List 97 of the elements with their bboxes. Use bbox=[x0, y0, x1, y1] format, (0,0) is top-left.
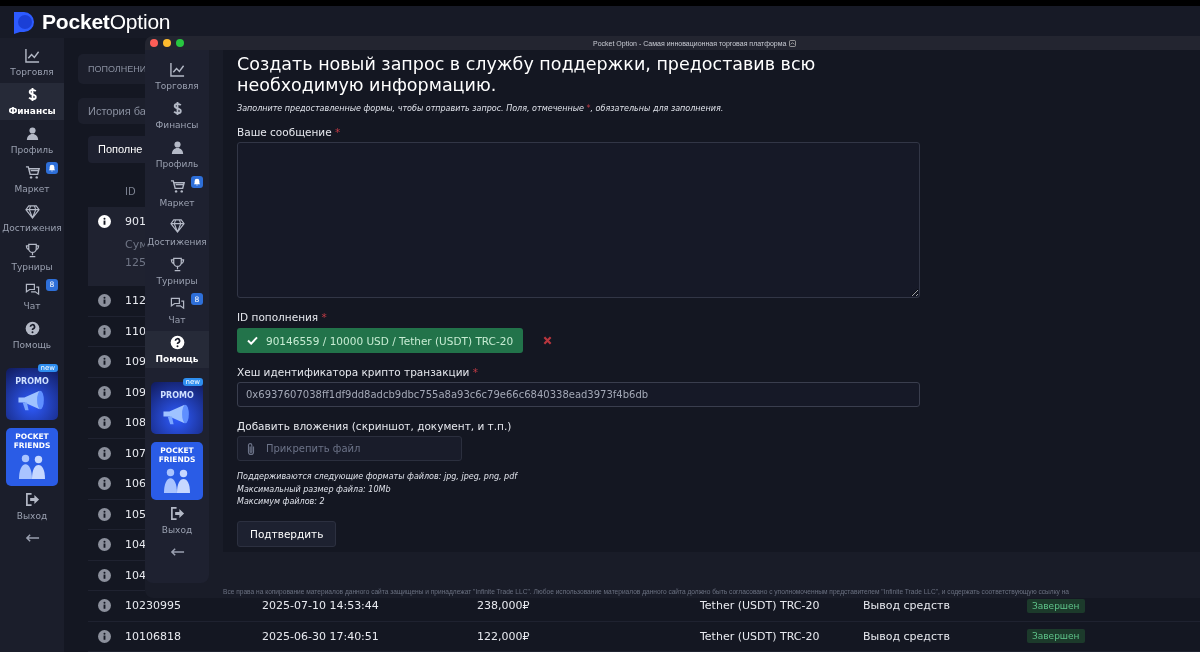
deposit-value: 90146559 / 10000 USD / Tether (USDT) TRC-20 bbox=[266, 334, 514, 347]
info-icon[interactable] bbox=[98, 629, 111, 643]
nav-item[interactable]: Финансы bbox=[0, 82, 64, 120]
attachments-label: Добавить вложения (скриншот, документ, и т.п.) bbox=[237, 420, 513, 432]
id-cell: 109 bbox=[125, 355, 146, 369]
id-cell: 106 bbox=[125, 477, 146, 491]
user-icon bbox=[169, 140, 185, 155]
chart-icon bbox=[169, 62, 185, 77]
promo-title: PROMO bbox=[160, 391, 194, 400]
info-icon[interactable] bbox=[98, 446, 111, 460]
info-icon[interactable] bbox=[98, 294, 111, 308]
diamond-icon bbox=[169, 218, 185, 233]
id-cell: 104 bbox=[125, 568, 146, 582]
form-title: Создать новый запрос в службу поддержки, предоставив всю необходимую информацию. bbox=[237, 54, 817, 96]
info-icon[interactable] bbox=[98, 507, 111, 521]
nav-item[interactable]: Торговля bbox=[0, 43, 64, 81]
trophy-icon bbox=[24, 242, 40, 258]
info-icon[interactable] bbox=[98, 416, 111, 430]
promo-title: PROMO bbox=[15, 376, 49, 386]
type-cell: Вывод средств bbox=[863, 599, 950, 613]
filter-dropdown[interactable]: Пополне bbox=[88, 135, 145, 163]
page-icon bbox=[789, 39, 797, 47]
id-cell: 10230995 bbox=[125, 599, 181, 613]
nav-item[interactable]: Финансы bbox=[145, 97, 209, 134]
id-cell: 104 bbox=[125, 538, 146, 552]
help-icon bbox=[169, 335, 185, 350]
method-cell: Tether (USDT) TRC-20 bbox=[700, 629, 820, 643]
close-button[interactable] bbox=[150, 39, 158, 47]
logo-text: PocketOption bbox=[42, 9, 171, 34]
help-icon bbox=[24, 320, 40, 336]
zoom-button[interactable] bbox=[176, 39, 184, 47]
id-cell: 107 bbox=[125, 446, 146, 460]
chart-icon bbox=[24, 47, 40, 63]
nav-item[interactable]: Маркет bbox=[0, 160, 64, 198]
nav-item[interactable]: Турниры bbox=[0, 238, 64, 276]
deposit-chip[interactable]: 90146559 / 10000 USD / Tether (USDT) TRC-20 bbox=[237, 328, 524, 353]
trophy-icon bbox=[169, 257, 185, 272]
id-cell: 112 bbox=[125, 294, 146, 308]
type-cell: Вывод средств bbox=[863, 629, 950, 643]
info-icon[interactable] bbox=[98, 538, 111, 552]
attach-file-field[interactable]: Прикрепить файл bbox=[237, 436, 462, 461]
amount-cell: 238,000₽ bbox=[477, 599, 530, 613]
method-cell: Tether (USDT) TRC-20 bbox=[700, 599, 820, 613]
nav-item[interactable]: Торговля bbox=[145, 58, 209, 95]
logout-icon bbox=[169, 506, 185, 521]
remove-icon[interactable] bbox=[543, 336, 553, 345]
info-icon[interactable] bbox=[98, 214, 111, 228]
cart-icon bbox=[169, 179, 185, 194]
message-field[interactable] bbox=[237, 142, 920, 298]
id-cell: 110 bbox=[125, 324, 146, 338]
detail-text: 125 bbox=[125, 256, 146, 269]
logout-button[interactable]: Выход bbox=[145, 502, 209, 539]
info-icon[interactable] bbox=[98, 568, 111, 582]
nav-item[interactable]: Достижения bbox=[145, 214, 209, 251]
arrow-left-icon[interactable] bbox=[24, 532, 40, 543]
date-cell: 2025-07-10 14:53:44 bbox=[262, 599, 379, 613]
check-icon bbox=[247, 336, 258, 345]
diamond-icon bbox=[24, 203, 40, 219]
info-icon[interactable] bbox=[98, 385, 111, 399]
nav-item[interactable]: Турниры bbox=[145, 253, 209, 290]
info-icon[interactable] bbox=[98, 324, 111, 338]
nav-item[interactable]: Профиль bbox=[0, 121, 64, 159]
column-header: ID bbox=[125, 186, 136, 197]
id-cell: 105 bbox=[125, 507, 146, 521]
info-icon[interactable] bbox=[98, 477, 111, 491]
id-cell: 901 bbox=[125, 214, 146, 228]
chat-icon bbox=[24, 281, 40, 297]
nav-item[interactable]: Маркет bbox=[145, 175, 209, 212]
hash-label: Хеш идентификатора крипто транзакции * bbox=[237, 366, 479, 378]
id-cell: 108 bbox=[125, 416, 146, 430]
message-label: Ваше сообщение * bbox=[237, 126, 342, 138]
arrow-left-icon[interactable] bbox=[169, 547, 185, 557]
hash-input[interactable]: 0x6937607038ff1df9dd8adcb9dbc755a8a93c6c79e66c6840338ead3973f4b6db bbox=[237, 382, 920, 407]
info-icon[interactable] bbox=[98, 599, 111, 613]
id-cell: 10106818 bbox=[125, 629, 181, 643]
id-cell: 109 bbox=[125, 385, 146, 399]
status-badge: Завершен bbox=[1027, 629, 1085, 644]
nav-item[interactable]: Помощь bbox=[0, 316, 64, 354]
minimize-button[interactable] bbox=[163, 39, 171, 47]
nav-item[interactable]: Достижения bbox=[0, 199, 64, 237]
form-note: Заполните предоставленные формы, чтобы отправить запрос. Поля, отмеченные *, обязательны для заполнения. bbox=[237, 104, 725, 113]
submit-button[interactable]: Подтвердить bbox=[237, 520, 337, 547]
nav-item[interactable]: Помощь bbox=[145, 331, 209, 368]
logout-button[interactable]: Выход bbox=[0, 487, 64, 525]
deposit-id-label: ID пополнения * bbox=[237, 311, 328, 323]
status-badge: Завершен bbox=[1027, 598, 1085, 613]
logout-icon bbox=[24, 491, 40, 507]
amount-cell: 122,000₽ bbox=[477, 629, 530, 643]
hint-text: Максимум файлов: 2 bbox=[237, 496, 326, 508]
nav-item[interactable]: Профиль bbox=[145, 136, 209, 173]
date-cell: 2025-06-30 17:40:51 bbox=[262, 629, 379, 643]
hint-text: Максимальный размер файла: 10Mb bbox=[237, 483, 392, 496]
user-icon bbox=[24, 125, 40, 141]
chat-icon bbox=[169, 296, 185, 311]
hint-text: Поддерживаются следующие форматы файлов: jpg, jpeg, png, pdf bbox=[237, 471, 519, 483]
cart-icon bbox=[24, 164, 40, 180]
info-icon[interactable] bbox=[98, 355, 111, 369]
